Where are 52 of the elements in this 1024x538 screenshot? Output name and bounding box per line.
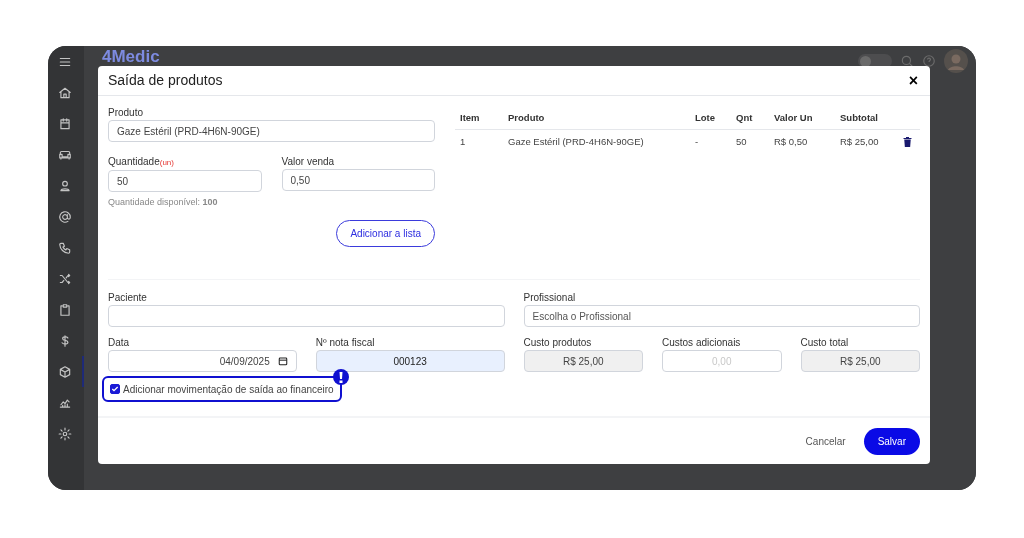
column-header: Qnt xyxy=(735,111,754,126)
field-label: Custo produtos xyxy=(523,336,593,350)
column-header: Subtotal xyxy=(839,111,879,126)
product-field[interactable]: Gaze Estéril (PRD-4H6N-90GE) xyxy=(108,120,435,142)
checkbox[interactable] xyxy=(110,384,120,394)
field-label: Profissional xyxy=(523,291,577,305)
field-label: Custos adicionais xyxy=(662,336,742,350)
trash-icon[interactable] xyxy=(903,137,912,147)
clipboard-icon xyxy=(58,302,72,317)
save-button[interactable]: Salvar xyxy=(863,427,920,455)
phone-icon xyxy=(58,240,72,255)
available-quantity-text: Quantidade disponível: 100 xyxy=(108,196,219,209)
quantity-field[interactable]: 50 xyxy=(108,170,262,192)
invoice-number-field[interactable]: 000123 xyxy=(315,350,505,372)
user-icon xyxy=(58,178,72,193)
calendar-icon[interactable] xyxy=(277,356,288,366)
cost-field[interactable]: R$ 25,00 xyxy=(800,350,920,372)
field-label: Custo total xyxy=(800,336,850,350)
price-field[interactable]: 0,50 xyxy=(281,169,435,191)
cube-icon xyxy=(58,364,72,379)
field-label: Paciente xyxy=(108,291,148,305)
column-header: Lote xyxy=(694,111,717,126)
table-cell-text: - xyxy=(694,134,700,149)
cost-field[interactable]: R$ 25,00 xyxy=(523,350,643,372)
patient-field[interactable] xyxy=(108,305,505,327)
help-icon[interactable] xyxy=(922,54,936,68)
column-header: Item xyxy=(459,111,481,126)
field-label: Produto xyxy=(108,106,145,120)
logo: 4Medic xyxy=(102,48,160,65)
calendar-icon xyxy=(58,116,72,131)
table-cell-text: R$ 0,50 xyxy=(773,134,809,149)
date-field[interactable]: 04/09/2025 xyxy=(108,350,297,372)
search-icon[interactable] xyxy=(900,54,914,68)
field-label: Quantidade(un) xyxy=(108,155,175,169)
cancel-button[interactable]: Cancelar xyxy=(801,427,850,455)
table-cell-text: 1 xyxy=(459,134,467,149)
table-cell-text: 50 xyxy=(735,134,748,149)
field-label: Valor venda xyxy=(281,155,336,169)
home-icon xyxy=(58,85,72,100)
at-sign-icon xyxy=(58,209,72,224)
add-to-list-button[interactable]: Adicionar a lista xyxy=(336,219,435,247)
column-header: Valor Un xyxy=(773,111,814,126)
close-button[interactable]: × xyxy=(906,72,920,89)
column-header: Produto xyxy=(507,111,546,126)
table-cell-text: R$ 25,00 xyxy=(839,134,880,149)
field-label: Nº nota fiscal xyxy=(315,336,376,350)
field-label: Data xyxy=(108,336,131,350)
shuffle-icon xyxy=(58,271,72,286)
table-cell-text: Gaze Estéril (PRD-4H6N-90GE) xyxy=(507,134,645,149)
professional-select[interactable]: Escolha o Profissional xyxy=(523,305,920,327)
checkbox-label[interactable]: Adicionar movimentação de saída ao financeiro xyxy=(123,381,334,397)
dialog-title: Saída de produtos xyxy=(108,71,223,90)
